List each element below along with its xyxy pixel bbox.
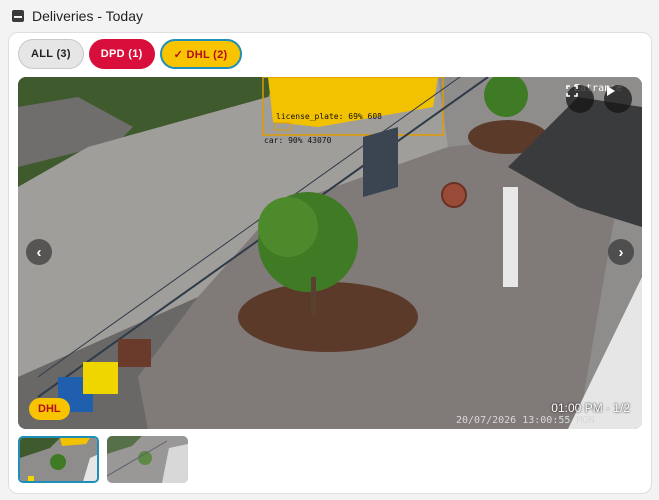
page-title: Deliveries - Today [32, 8, 144, 24]
snapshot-viewer[interactable]: license_plate: 69% 608 car: 90% 43070 Ea… [18, 77, 642, 429]
filter-chip-dpd[interactable]: DPD (1) [88, 39, 155, 69]
filter-chips: ALL (3) DPD (1) ✓ DHL (2) [18, 39, 242, 69]
next-snapshot-button[interactable]: › [608, 239, 634, 265]
thumbnail-image [20, 438, 97, 481]
prev-snapshot-button[interactable]: ‹ [26, 239, 52, 265]
brown-bin [118, 339, 151, 367]
tree-canopy-highlight [258, 197, 318, 257]
chevron-right-icon: › [618, 243, 624, 261]
thumbnail-2[interactable] [107, 436, 188, 483]
fullscreen-icon [566, 85, 578, 97]
carport-post [503, 187, 518, 287]
yellow-bin [83, 362, 118, 394]
deliveries-card: ALL (3) DPD (1) ✓ DHL (2) license_plate:… [8, 32, 652, 494]
car-detection-label: car: 90% 43070 [264, 136, 332, 145]
filter-chip-all[interactable]: ALL (3) [18, 39, 84, 69]
camera-snapshot: license_plate: 69% 608 car: 90% 43070 Ea… [18, 77, 642, 429]
thumbnail-strip [18, 436, 188, 483]
carrier-badge: DHL [29, 398, 70, 420]
filter-chip-dhl[interactable]: ✓ DHL (2) [159, 39, 242, 69]
play-icon [607, 86, 615, 96]
plate-detection-label: license_plate: 69% 608 [276, 112, 382, 121]
snapshot-time-counter: 01:00 PM · 1/2 [551, 401, 630, 415]
camera-timestamp: 20/07/2026 13:00:55 MON [456, 415, 594, 426]
thumbnail-1[interactable] [18, 436, 99, 483]
chevron-left-icon: ‹ [36, 243, 42, 261]
manhole-cover [441, 182, 467, 208]
gate [363, 127, 398, 197]
fullscreen-button[interactable] [566, 85, 594, 113]
play-button[interactable] [604, 85, 632, 113]
dashboard-icon [12, 10, 24, 22]
tree-trunk [311, 277, 316, 315]
thumbnail-image [107, 436, 188, 483]
page-header: Deliveries - Today [0, 0, 659, 32]
tree-bed [238, 282, 418, 352]
